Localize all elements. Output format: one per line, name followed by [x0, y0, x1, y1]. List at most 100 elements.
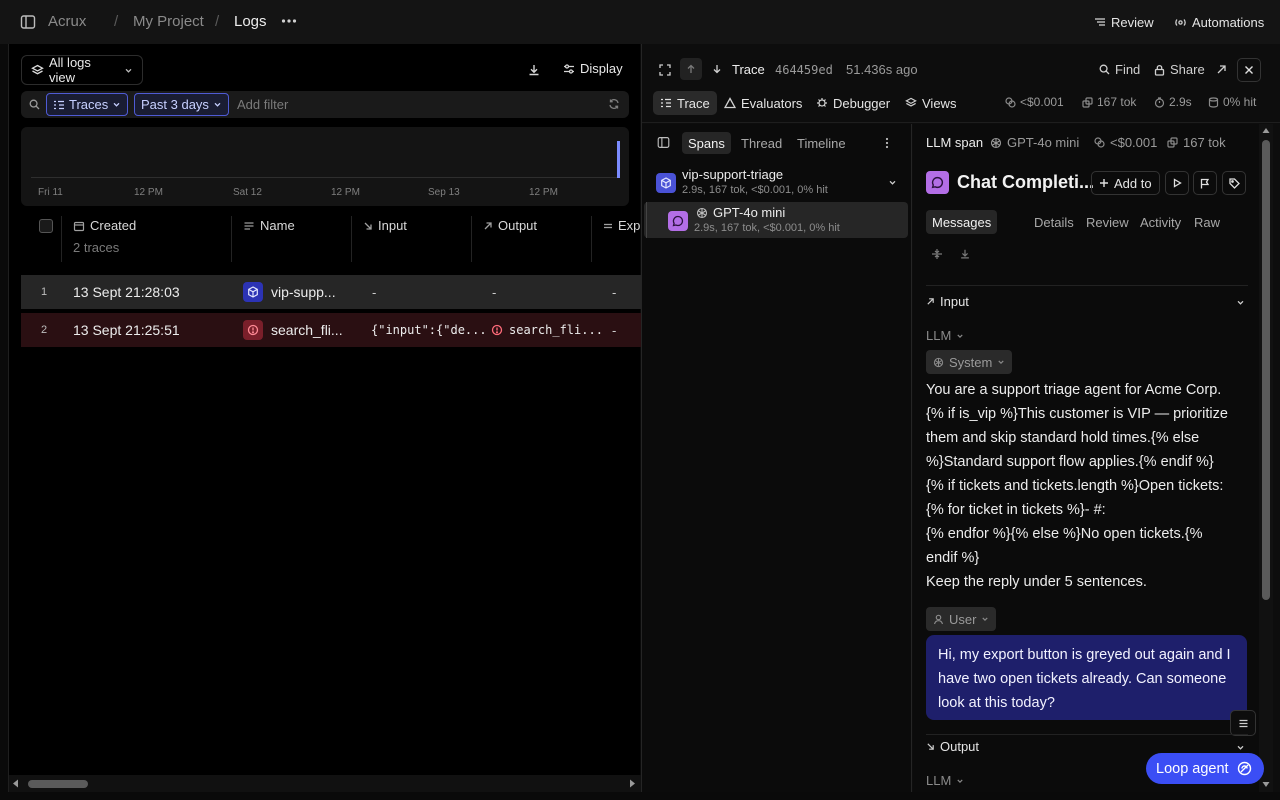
horizontal-scrollbar[interactable] [9, 775, 641, 792]
span-item-root[interactable]: vip-support-triage 2.9s, 167 tok, <$0.00… [644, 164, 908, 200]
histogram-bar[interactable] [617, 141, 620, 178]
column-exp-label: Exp [618, 218, 641, 233]
trace-histogram[interactable]: Fri 11 12 PM Sat 12 12 PM Sep 13 12 PM [21, 127, 629, 206]
menu-icon[interactable] [1230, 710, 1256, 736]
view-selector[interactable]: All logs view [21, 55, 143, 85]
histogram-tick-label: Sep 13 [428, 187, 460, 198]
close-icon[interactable] [1237, 58, 1261, 82]
tag-icon[interactable] [1222, 171, 1246, 195]
automations-label: Automations [1192, 14, 1265, 30]
user-message: Hi, my export button is greyed out again… [926, 635, 1247, 720]
header-divider [642, 122, 1280, 123]
input-section-header[interactable]: Input [926, 294, 969, 309]
tab-activity[interactable]: Activity [1134, 210, 1187, 234]
loop-agent-icon [1237, 761, 1252, 776]
open-external-icon[interactable] [1216, 64, 1227, 75]
row-created: 13 Sept 21:28:03 [73, 284, 180, 300]
vertical-scrollbar[interactable] [1259, 124, 1273, 792]
openai-icon [933, 357, 944, 368]
add-to-button[interactable]: Add to [1091, 171, 1160, 195]
flag-icon[interactable] [1193, 171, 1217, 195]
tab-trace[interactable]: Trace [653, 91, 717, 115]
column-output-label: Output [498, 218, 538, 233]
model-chip: GPT-4o mini [990, 135, 1079, 150]
sidebar-toggle-icon[interactable] [20, 14, 36, 30]
row-name[interactable]: search_fli... [243, 313, 343, 347]
next-trace-icon[interactable] [712, 64, 722, 74]
scrollbar-thumb[interactable] [1262, 140, 1270, 600]
org-name[interactable]: Acrux [48, 13, 86, 30]
tab-raw[interactable]: Raw [1188, 210, 1226, 234]
row-name[interactable]: vip-supp... [243, 275, 336, 309]
tab-messages[interactable]: Messages [926, 210, 998, 234]
scroll-left-icon[interactable] [12, 779, 20, 788]
play-icon[interactable] [1165, 171, 1189, 195]
span-item-llm[interactable]: GPT-4o mini 2.9s, 167 tok, <$0.001, 0% h… [644, 202, 908, 238]
output-section-header[interactable]: Output [926, 739, 979, 754]
date-range-chip[interactable]: Past 3 days [134, 93, 229, 116]
tab-evaluators[interactable]: Evaluators [717, 91, 809, 115]
select-all-checkbox[interactable] [39, 219, 53, 233]
triangle-icon [724, 97, 736, 109]
user-role-selector[interactable]: User [926, 607, 997, 631]
column-output[interactable]: Output [483, 218, 537, 233]
download-icon[interactable] [526, 62, 542, 78]
tokens-icon [1082, 96, 1093, 108]
llm-format-selector[interactable]: LLM [926, 328, 964, 343]
cache-hit-value: 0% hit [1223, 95, 1257, 109]
trace-id[interactable]: 464459ed [775, 63, 833, 77]
histogram-axis [31, 177, 619, 178]
tab-views[interactable]: Views [898, 91, 963, 115]
review-button[interactable]: Review [1086, 11, 1162, 33]
more-icon[interactable] [280, 12, 298, 30]
sidebar-toggle-icon[interactable] [657, 136, 670, 149]
chat-bubble-icon [668, 211, 688, 231]
table-row[interactable]: 1 13 Sept 21:28:03 vip-supp... - - - [21, 275, 641, 309]
row-number: 2 [41, 324, 48, 336]
scroll-up-icon[interactable] [1262, 127, 1270, 134]
traces-filter-chip[interactable]: Traces [46, 93, 129, 116]
tokens-icon [1167, 137, 1178, 148]
breadcrumb-project[interactable]: My Project [133, 13, 204, 30]
column-input[interactable]: Input [363, 218, 407, 233]
tab-thread[interactable]: Thread [735, 132, 788, 154]
user-label: User [949, 611, 977, 627]
more-vertical-icon[interactable] [885, 137, 889, 149]
tab-details[interactable]: Details [1028, 210, 1080, 234]
column-created[interactable]: Created [73, 218, 136, 233]
openai-icon [696, 207, 708, 219]
chevron-down-icon[interactable] [888, 178, 897, 187]
tab-timeline[interactable]: Timeline [791, 132, 852, 154]
find-label: Find [1115, 62, 1141, 77]
add-filter-input[interactable]: Add filter [237, 97, 288, 112]
output-format-selector[interactable]: LLM [926, 773, 964, 788]
column-exp[interactable]: Exp [603, 218, 640, 233]
tab-views-label: Views [922, 95, 957, 111]
tab-debugger[interactable]: Debugger [809, 91, 897, 115]
search-icon [29, 99, 40, 110]
chevron-down-icon[interactable] [1236, 743, 1245, 752]
expand-icon[interactable] [659, 64, 671, 76]
lock-icon [1154, 64, 1165, 76]
prev-trace-icon[interactable] [680, 58, 702, 80]
collapse-icon[interactable] [931, 248, 943, 260]
scroll-down-icon[interactable] [1262, 781, 1270, 788]
find-button[interactable]: Find [1099, 62, 1140, 77]
scroll-right-icon[interactable] [628, 779, 636, 788]
tab-spans[interactable]: Spans [682, 132, 731, 154]
row-input: {"input":{"de... [371, 323, 487, 337]
chevron-down-icon [124, 66, 133, 75]
refresh-icon[interactable] [608, 98, 620, 110]
system-role-selector[interactable]: System [926, 350, 1013, 374]
scrollbar-thumb[interactable] [28, 780, 88, 788]
column-name[interactable]: Name [243, 218, 295, 233]
loop-agent-button[interactable]: Loop agent [1146, 753, 1264, 784]
share-button[interactable]: Share [1154, 62, 1205, 77]
output-label: Output [940, 739, 980, 754]
download-icon[interactable] [959, 248, 971, 260]
chevron-down-icon[interactable] [1236, 298, 1245, 307]
display-button[interactable]: Display [563, 61, 623, 76]
automations-button[interactable]: Automations [1166, 11, 1272, 33]
tab-review[interactable]: Review [1080, 210, 1135, 234]
table-row[interactable]: 2 13 Sept 21:25:51 search_fli... {"input… [21, 313, 641, 347]
